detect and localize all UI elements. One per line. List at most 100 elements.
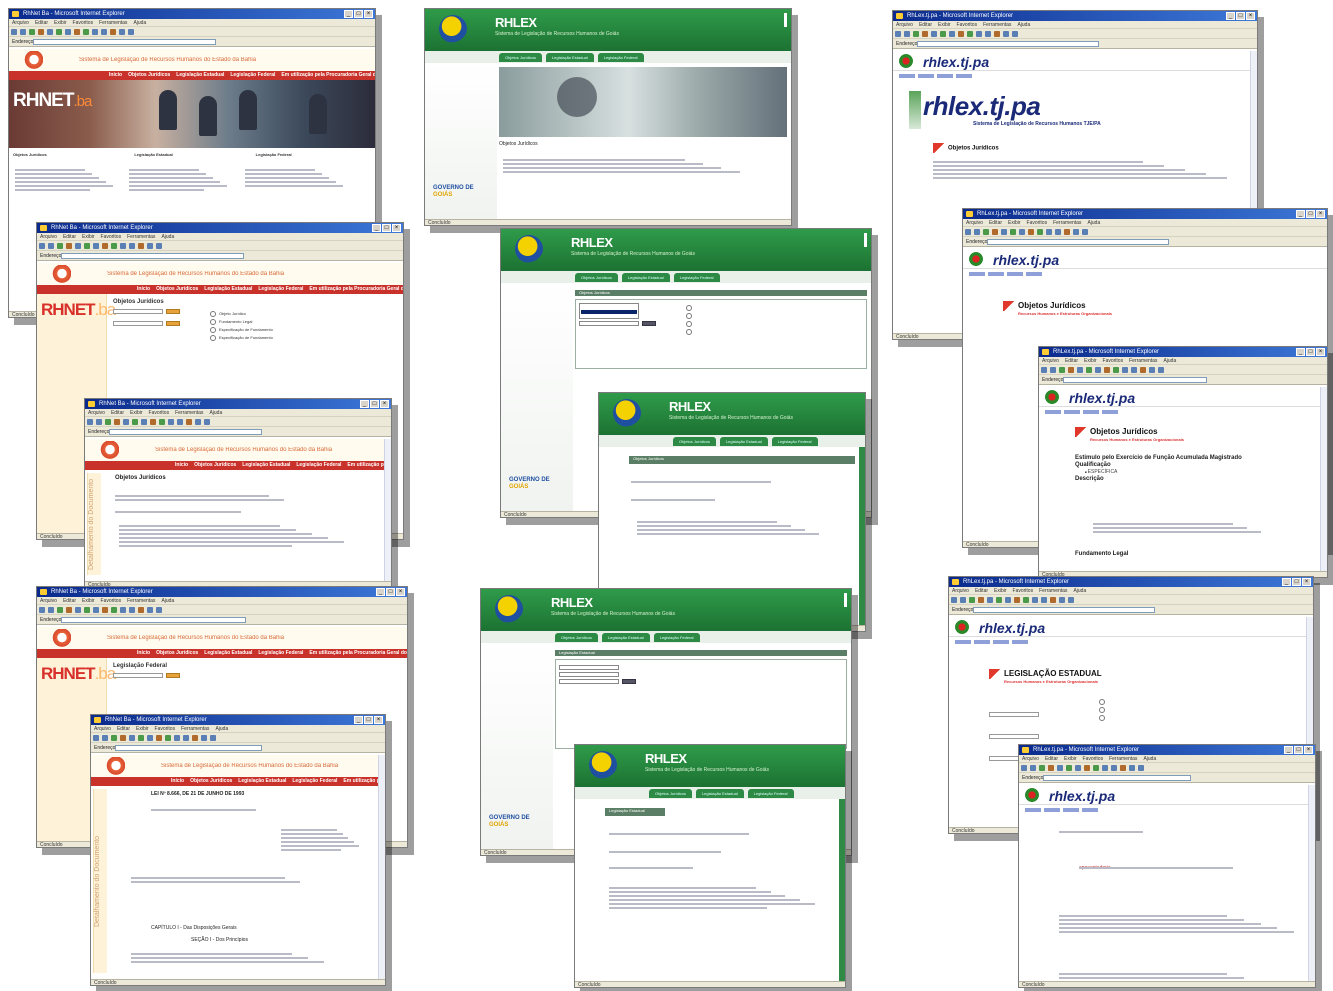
search-button[interactable]: [166, 309, 180, 315]
close-button[interactable]: ×: [1316, 210, 1325, 218]
pa-nav-item[interactable]: [918, 74, 934, 78]
ba-nav-item[interactable]: Legislação Federal: [258, 650, 303, 656]
toolbar-button-icon[interactable]: [1032, 597, 1038, 603]
minimize-button[interactable]: _: [376, 588, 385, 596]
close-button[interactable]: ×: [374, 716, 383, 724]
menu-item[interactable]: Favoritos: [149, 410, 170, 416]
menu-item[interactable]: Arquivo: [88, 410, 105, 416]
toolbar-button-icon[interactable]: [57, 607, 63, 613]
toolbar-button-icon[interactable]: [931, 31, 937, 37]
toolbar-button-icon[interactable]: [983, 229, 989, 235]
menu-item[interactable]: Exibir: [54, 20, 67, 26]
menu-item[interactable]: Ajuda: [1163, 358, 1176, 364]
menu-item[interactable]: Favoritos: [957, 22, 978, 28]
ba-nav-item[interactable]: Objetos Jurídicos: [194, 462, 236, 468]
search-button[interactable]: [166, 321, 180, 327]
menu-item[interactable]: Ajuda: [215, 726, 228, 732]
menu-item[interactable]: Arquivo: [1042, 358, 1059, 364]
toolbar-button-icon[interactable]: [56, 29, 62, 35]
vertical-scrollbar[interactable]: [384, 439, 391, 581]
filter-radio[interactable]: Especificação de Fundamento: [210, 327, 273, 333]
toolbar-button-icon[interactable]: [913, 31, 919, 37]
toolbar-button-icon[interactable]: [119, 29, 125, 35]
go-tab[interactable]: Legislação Estadual: [545, 53, 594, 62]
go-tab[interactable]: Objetos Jurídicos: [673, 437, 716, 446]
close-button[interactable]: ×: [1302, 578, 1311, 586]
pa-detalhe-window[interactable]: RhLex.tj.pa - Microsoft Internet Explore…: [1038, 346, 1328, 578]
window-title-bar[interactable]: RhLex.tj.pa - Microsoft Internet Explore…: [963, 209, 1327, 219]
ba-nav-item[interactable]: Objetos Jurídicos: [156, 650, 198, 656]
toolbar-button-icon[interactable]: [29, 29, 35, 35]
maximize-button[interactable]: □: [1292, 578, 1301, 586]
toolbar-button-icon[interactable]: [147, 607, 153, 613]
menu-item[interactable]: Editar: [1045, 756, 1058, 762]
menu-item[interactable]: Arquivo: [12, 20, 29, 26]
ba-column-title[interactable]: Legislação Federal: [256, 152, 371, 157]
menu-item[interactable]: Arquivo: [966, 220, 983, 226]
menu-item[interactable]: Exibir: [938, 22, 951, 28]
menu-item[interactable]: Favoritos: [1103, 358, 1124, 364]
vertical-scrollbar[interactable]: [378, 755, 385, 979]
toolbar-button-icon[interactable]: [1158, 367, 1164, 373]
menu-item[interactable]: Ajuda: [1073, 588, 1086, 594]
toolbar-button-icon[interactable]: [1066, 765, 1072, 771]
toolbar-button-icon[interactable]: [1140, 367, 1146, 373]
toolbar-button-icon[interactable]: [105, 419, 111, 425]
pa-nav-item[interactable]: [974, 640, 990, 644]
toolbar-button-icon[interactable]: [974, 229, 980, 235]
pa-nav-item[interactable]: [1012, 640, 1028, 644]
toolbar-button-icon[interactable]: [210, 735, 216, 741]
toolbar-button-icon[interactable]: [147, 735, 153, 741]
search-button[interactable]: [166, 673, 180, 679]
pa-nav-item[interactable]: [1082, 808, 1098, 812]
go-tab[interactable]: Objetos Jurídicos: [499, 53, 542, 62]
toolbar-button-icon[interactable]: [949, 31, 955, 37]
toolbar-button-icon[interactable]: [120, 735, 126, 741]
toolbar-button-icon[interactable]: [1131, 367, 1137, 373]
window-title-bar[interactable]: RhNet Ba - Microsoft Internet Explorer _…: [37, 587, 407, 597]
address-input[interactable]: [917, 41, 1099, 47]
toolbar-button-icon[interactable]: [1068, 367, 1074, 373]
toolbar-button-icon[interactable]: [958, 31, 964, 37]
pa-nav-item[interactable]: [1045, 410, 1061, 414]
toolbar-button-icon[interactable]: [1041, 597, 1047, 603]
toolbar-button-icon[interactable]: [976, 31, 982, 37]
menu-item[interactable]: Ferramentas: [181, 726, 209, 732]
toolbar-button-icon[interactable]: [1075, 765, 1081, 771]
toolbar-button-icon[interactable]: [120, 243, 126, 249]
minimize-button[interactable]: _: [360, 400, 369, 408]
menu-item[interactable]: Favoritos: [73, 20, 94, 26]
toolbar-button-icon[interactable]: [84, 607, 90, 613]
menu-item[interactable]: Exibir: [994, 588, 1007, 594]
minimize-button[interactable]: _: [1296, 210, 1305, 218]
toolbar-button-icon[interactable]: [111, 735, 117, 741]
minimize-button[interactable]: _: [354, 716, 363, 724]
toolbar-button-icon[interactable]: [1057, 765, 1063, 771]
toolbar-button-icon[interactable]: [39, 607, 45, 613]
close-button[interactable]: ×: [392, 224, 401, 232]
filter-radio[interactable]: [686, 321, 695, 327]
minimize-button[interactable]: _: [344, 10, 353, 18]
go-lei-window[interactable]: RhLex Goiás - Microsoft Internet Explore…: [574, 744, 846, 988]
toolbar-button-icon[interactable]: [992, 229, 998, 235]
close-button[interactable]: ×: [1316, 348, 1325, 356]
window-title-bar[interactable]: RhLex.tj.pa - Microsoft Internet Explore…: [1019, 745, 1315, 755]
go-home-window[interactable]: RhLex Goiás - Microsoft Internet Explore…: [424, 8, 792, 226]
toolbar-button-icon[interactable]: [129, 735, 135, 741]
toolbar-button-icon[interactable]: [129, 607, 135, 613]
toolbar-button-icon[interactable]: [165, 735, 171, 741]
toolbar-button-icon[interactable]: [128, 29, 134, 35]
ba-nav-item[interactable]: Legislação Estadual: [242, 462, 290, 468]
toolbar-button-icon[interactable]: [192, 735, 198, 741]
pa-nav-item[interactable]: [1063, 808, 1079, 812]
menu-item[interactable]: Arquivo: [896, 22, 913, 28]
ba-nav-item[interactable]: Legislação Federal: [258, 286, 303, 292]
menu-item[interactable]: Exibir: [1064, 756, 1077, 762]
toolbar-button-icon[interactable]: [101, 29, 107, 35]
close-button[interactable]: ×: [1246, 12, 1255, 20]
menu-item[interactable]: Ferramentas: [1129, 358, 1157, 364]
toolbar-button-icon[interactable]: [93, 735, 99, 741]
go-tab[interactable]: Legislação Federal: [653, 633, 700, 642]
window-title-bar[interactable]: RhNet Ba - Microsoft Internet Explorer _…: [9, 9, 375, 19]
address-input[interactable]: [1043, 775, 1191, 781]
